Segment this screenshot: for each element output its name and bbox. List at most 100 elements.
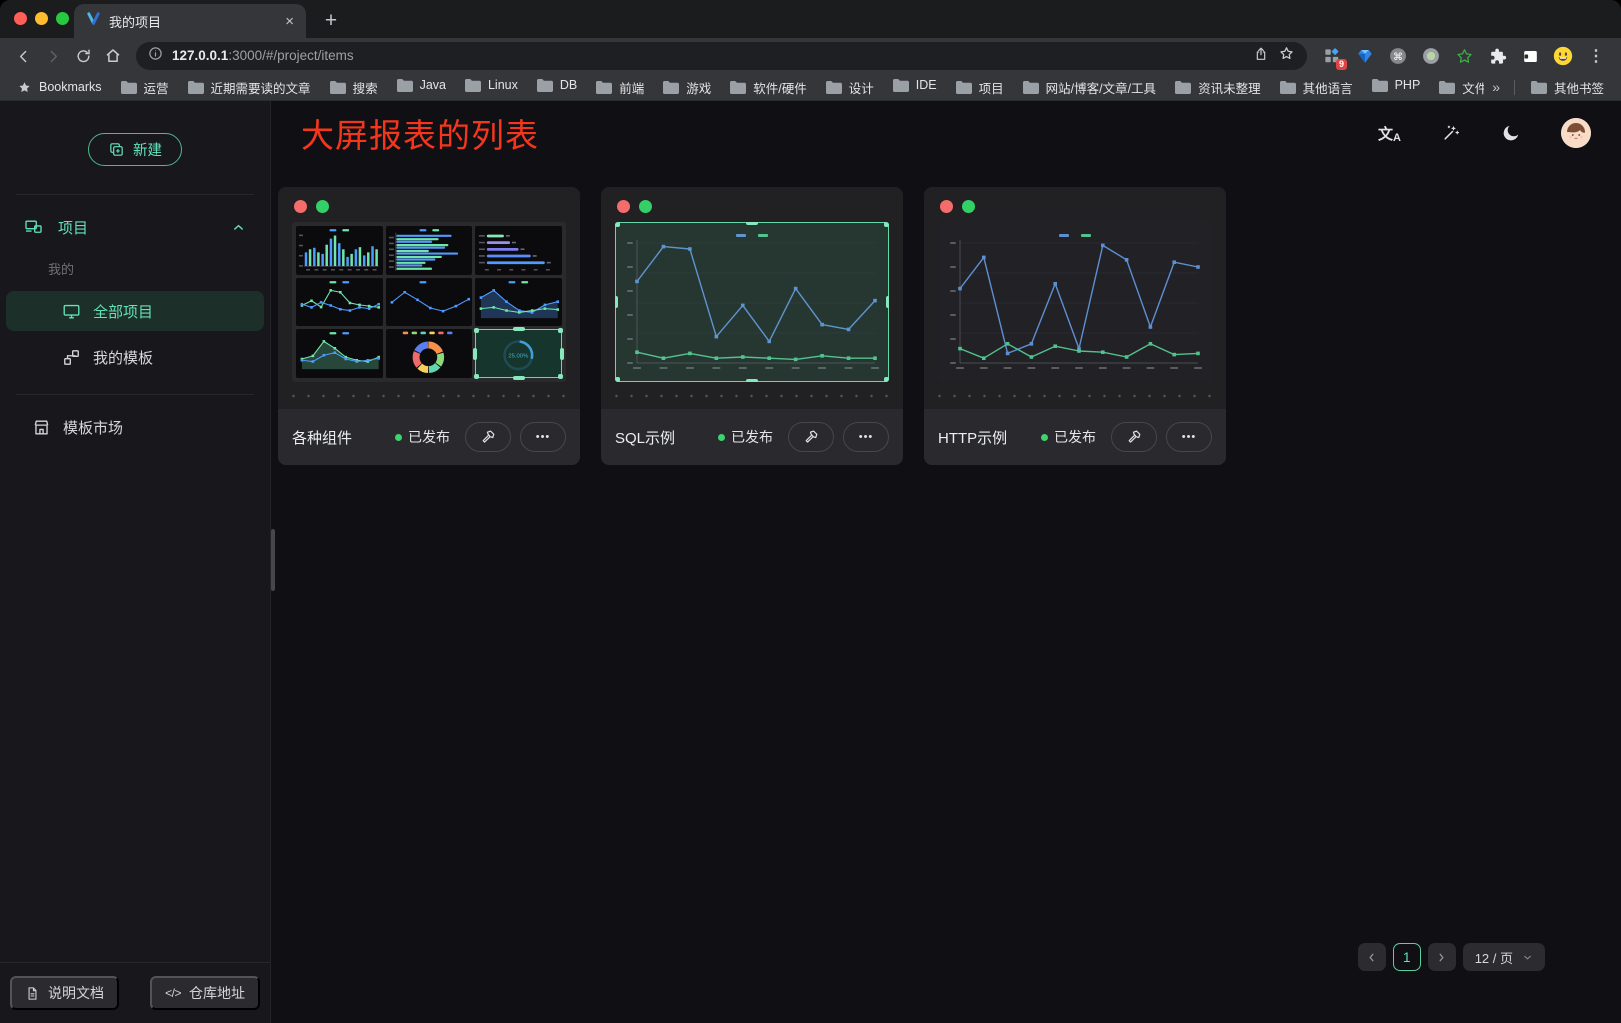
edit-build-button[interactable] [1111, 422, 1157, 452]
tab-close-icon[interactable]: × [285, 14, 294, 29]
bookmark-item[interactable]: 近期需要读的文章 [178, 78, 320, 97]
bookmark-item[interactable]: 文件服务器 [1429, 78, 1484, 97]
bookmark-item[interactable]: 游戏 [653, 78, 720, 97]
selection-handle[interactable] [884, 222, 889, 227]
share-icon[interactable] [1253, 46, 1269, 67]
selection-handle[interactable] [558, 374, 563, 379]
browser-tab[interactable]: 我的项目 × [74, 4, 306, 38]
extension-grid-icon[interactable]: 9 [1321, 45, 1343, 67]
edit-build-button[interactable] [788, 422, 834, 452]
extension-star-icon[interactable] [1453, 45, 1475, 67]
prev-page-button[interactable] [1358, 943, 1386, 971]
extension-record-icon[interactable] [1420, 45, 1442, 67]
bookmark-item[interactable]: 前端 [586, 78, 653, 97]
sidebar-item-my-templates[interactable]: 我的模板 [6, 337, 264, 377]
selection-handle[interactable] [513, 376, 525, 380]
extension-gem-icon[interactable] [1354, 45, 1376, 67]
other-bookmarks-item[interactable]: 其他书签 [1521, 74, 1613, 100]
selection-handle[interactable] [886, 296, 889, 308]
page-size-select[interactable]: 12 / 页 [1463, 943, 1545, 971]
selection-handle[interactable] [615, 296, 618, 308]
sidebar-section-projects[interactable]: 项目 [0, 205, 270, 249]
minimize-window-button[interactable] [35, 12, 48, 25]
zoom-window-button[interactable] [56, 12, 69, 25]
home-button[interactable] [98, 41, 128, 71]
bookmark-item[interactable]: PHP [1362, 78, 1430, 92]
sidebar-group-label: 我的 [0, 249, 270, 288]
docs-button[interactable]: 说明文档 [10, 976, 119, 1010]
magic-wand-icon[interactable] [1441, 123, 1461, 143]
sidebar-item-template-market[interactable]: 模板市场 [6, 407, 264, 447]
selection-handle[interactable] [884, 377, 889, 382]
bookmark-item[interactable]: 设计 [816, 78, 883, 97]
selection-handle[interactable] [615, 222, 620, 227]
reload-button[interactable] [68, 41, 98, 71]
hammer-icon [1126, 429, 1143, 446]
app-root: 新建 项目 我的 全部项目 我的模板 模板市场 [0, 101, 1621, 1023]
more-options-button[interactable]: ••• [520, 422, 566, 452]
scrollbar-thumb[interactable] [271, 529, 275, 591]
new-project-button[interactable]: 新建 [88, 133, 182, 166]
project-card[interactable]: HTTP示例 已发布 ••• [924, 187, 1226, 465]
project-cards: 25.00% 各种组件 已发布 [278, 187, 1621, 465]
selection-handle[interactable] [474, 374, 479, 379]
selection-handle[interactable] [473, 348, 477, 360]
bookmark-item[interactable]: 项目 [946, 78, 1013, 97]
selection-handle[interactable] [746, 379, 758, 382]
project-thumbnail[interactable]: 25.00% [292, 222, 566, 382]
repo-button[interactable]: </> 仓库地址 [150, 976, 260, 1010]
extension-command-icon[interactable]: ⌘ [1387, 45, 1409, 67]
address-bar[interactable]: 127.0.0.1:3000/#/project/items [136, 42, 1307, 70]
bookmarks-root-item[interactable]: Bookmarks [8, 74, 111, 100]
bookmark-item[interactable]: 搜索 [320, 78, 387, 97]
card-window-dots [924, 187, 1226, 213]
next-page-button[interactable] [1428, 943, 1456, 971]
user-avatar[interactable] [1561, 118, 1591, 148]
selection-handle[interactable] [560, 348, 564, 360]
current-page-button[interactable]: 1 [1393, 943, 1421, 971]
bookmark-item[interactable]: 软件/硬件 [720, 78, 815, 97]
bookmark-item[interactable]: Linux [455, 78, 527, 92]
hammer-icon [803, 429, 820, 446]
more-options-button[interactable]: ••• [843, 422, 889, 452]
selection-handle[interactable] [513, 327, 525, 331]
bookmarks-list: 运营近期需要读的文章搜索JavaLinuxDB前端游戏软件/硬件设计IDE项目网… [111, 78, 1485, 97]
selection-handle[interactable] [746, 222, 758, 225]
card-window-dots [601, 187, 903, 213]
forward-button[interactable] [38, 41, 68, 71]
translate-icon[interactable]: 文A [1378, 123, 1401, 144]
project-card[interactable]: SQL示例 已发布 ••• [601, 187, 903, 465]
bookmark-item[interactable]: 运营 [111, 78, 178, 97]
profile-avatar-icon[interactable] [1552, 45, 1574, 67]
status-dot-icon [1041, 434, 1048, 441]
more-options-button[interactable]: ••• [1166, 422, 1212, 452]
dark-mode-moon-icon[interactable] [1501, 123, 1521, 143]
back-button[interactable] [8, 41, 38, 71]
bookmark-item[interactable]: Java [387, 78, 455, 92]
browser-menu-icon[interactable]: ⋮ [1585, 45, 1607, 67]
edit-build-button[interactable] [465, 422, 511, 452]
card-footer: 各种组件 已发布 ••• [278, 409, 580, 465]
selection-handle[interactable] [615, 377, 620, 382]
sidebar-item-all-projects[interactable]: 全部项目 [6, 291, 264, 331]
extension-panel-icon[interactable] [1519, 45, 1541, 67]
folder-icon [1279, 80, 1296, 94]
bookmark-item[interactable]: DB [527, 78, 586, 92]
bookmarks-overflow-icon[interactable]: » [1484, 79, 1508, 95]
new-tab-button[interactable]: + [316, 6, 346, 36]
chevron-up-icon[interactable] [231, 220, 246, 235]
bookmark-star-icon[interactable] [1278, 45, 1295, 67]
bookmark-item[interactable]: 其他语言 [1270, 78, 1362, 97]
extensions-puzzle-icon[interactable] [1486, 45, 1508, 67]
content-area: 25.00% 各种组件 已发布 [271, 165, 1621, 1023]
project-thumbnail[interactable] [615, 222, 889, 382]
project-card[interactable]: 25.00% 各种组件 已发布 [278, 187, 580, 465]
close-window-button[interactable] [14, 12, 27, 25]
project-thumbnail[interactable] [938, 222, 1212, 382]
site-info-icon[interactable] [148, 46, 163, 66]
bookmark-item[interactable]: 网站/博客/文章/工具 [1013, 78, 1165, 97]
bookmark-item[interactable]: IDE [883, 78, 946, 92]
selection-handle[interactable] [558, 328, 563, 333]
bookmarks-bar: Bookmarks 运营近期需要读的文章搜索JavaLinuxDB前端游戏软件/… [0, 74, 1621, 101]
bookmark-item[interactable]: 资讯未整理 [1165, 78, 1270, 97]
